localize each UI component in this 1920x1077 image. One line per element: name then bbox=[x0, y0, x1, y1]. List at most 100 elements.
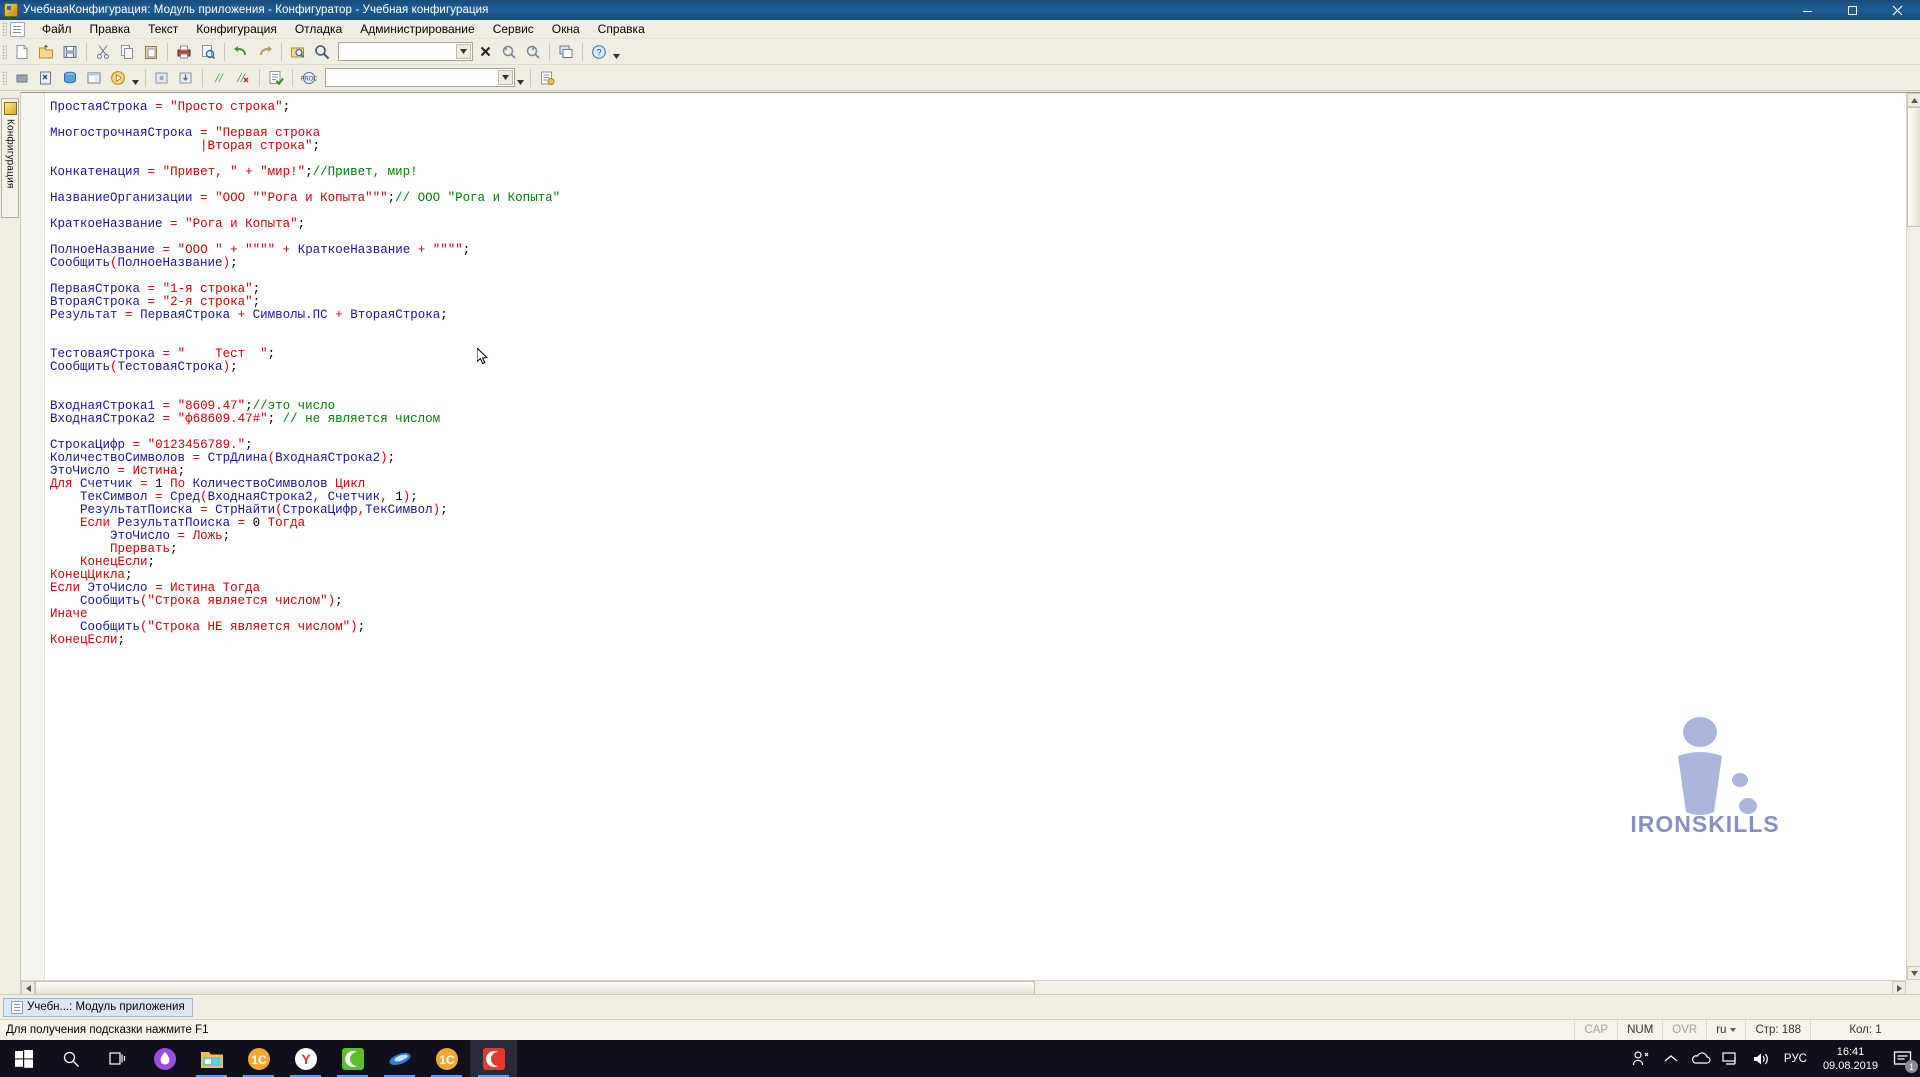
taskbar-app-camtasia-recorder[interactable] bbox=[470, 1040, 517, 1077]
toolbar-grip-2[interactable] bbox=[2, 70, 7, 85]
help-icon[interactable]: ? bbox=[588, 41, 610, 63]
scroll-down-button[interactable] bbox=[1907, 966, 1920, 980]
notifications-button[interactable]: 1 bbox=[1886, 1040, 1920, 1077]
uncomment-block-icon[interactable]: // bbox=[232, 67, 254, 89]
taskbar-app-1c-enterprise[interactable]: 1C bbox=[235, 1040, 282, 1077]
taskbar-app-1c-configurator[interactable]: 1C bbox=[423, 1040, 470, 1077]
windows-list-icon[interactable] bbox=[555, 41, 577, 63]
code-text[interactable]: ПростаяСтрока = "Просто строка"; Многост… bbox=[45, 93, 1906, 980]
task-view-button[interactable] bbox=[94, 1040, 141, 1077]
undo-icon[interactable] bbox=[230, 41, 252, 63]
chevron-down-icon[interactable] bbox=[456, 44, 471, 59]
copy-icon[interactable] bbox=[116, 41, 138, 63]
code-line: РезультатПоиска = СтрНайти(СтрокаЦифр,Те… bbox=[50, 504, 1906, 517]
menu-item-administration[interactable]: Администрирование bbox=[351, 20, 483, 38]
volume-icon[interactable] bbox=[1746, 1040, 1776, 1077]
menu-item-service[interactable]: Сервис bbox=[484, 20, 543, 38]
horizontal-scroll-thumb[interactable] bbox=[35, 981, 1035, 995]
close-button[interactable] bbox=[1875, 0, 1920, 20]
onedrive-icon[interactable] bbox=[1686, 1040, 1716, 1077]
network-icon[interactable] bbox=[1716, 1040, 1746, 1077]
clock[interactable]: 16:41 09.08.2019 bbox=[1815, 1040, 1886, 1077]
scroll-right-button[interactable] bbox=[1892, 981, 1906, 995]
scroll-left-button[interactable] bbox=[21, 981, 35, 995]
toolbar-separator bbox=[167, 42, 168, 61]
procedure-combo[interactable] bbox=[325, 68, 515, 87]
search-icon[interactable] bbox=[311, 41, 333, 63]
cut-icon[interactable] bbox=[92, 41, 114, 63]
vertical-scrollbar[interactable] bbox=[1906, 93, 1920, 980]
paste-icon[interactable] bbox=[140, 41, 162, 63]
stop-debug-icon[interactable] bbox=[11, 67, 33, 89]
status-language[interactable]: ru bbox=[1706, 1019, 1745, 1041]
menu-item-configuration[interactable]: Конфигурация bbox=[187, 20, 286, 38]
people-icon[interactable] bbox=[1626, 1040, 1656, 1077]
search-input[interactable] bbox=[339, 44, 454, 59]
minimize-button[interactable] bbox=[1785, 0, 1830, 20]
procedure-input[interactable] bbox=[326, 70, 494, 85]
open-file-icon[interactable] bbox=[35, 41, 57, 63]
menu-item-help[interactable]: Справка bbox=[589, 20, 654, 38]
find-next-icon[interactable] bbox=[522, 41, 544, 63]
new-file-icon[interactable] bbox=[11, 41, 33, 63]
code-token-num: 1 bbox=[155, 477, 163, 491]
code-line: Прервать; bbox=[50, 543, 1906, 556]
find-previous-icon[interactable] bbox=[498, 41, 520, 63]
menu-item-text[interactable]: Текст bbox=[139, 20, 187, 38]
toolbar-grip-1[interactable] bbox=[2, 44, 7, 59]
menu-grip[interactable] bbox=[2, 22, 7, 36]
procedures-list-icon[interactable]: PROC bbox=[298, 67, 320, 89]
code-token-fn: Сообщить bbox=[50, 360, 111, 374]
menu-item-debug[interactable]: Отладка bbox=[286, 20, 351, 38]
search-button[interactable] bbox=[47, 1040, 94, 1077]
menu-item-windows[interactable]: Окна bbox=[543, 20, 589, 38]
taskbar-app-camtasia[interactable] bbox=[329, 1040, 376, 1077]
start-button[interactable] bbox=[0, 1040, 47, 1077]
code-token-var: ПерваяСтрока bbox=[140, 308, 231, 322]
show-hidden-icons-chevron[interactable] bbox=[1656, 1040, 1686, 1077]
code-line: Результат = ПерваяСтрока + Символы.ПС + … bbox=[50, 309, 1906, 322]
taskbar-app-photo[interactable] bbox=[376, 1040, 423, 1077]
comment-block-icon[interactable]: // bbox=[208, 67, 230, 89]
language-indicator[interactable]: РУС bbox=[1776, 1053, 1815, 1065]
step-over-icon[interactable] bbox=[151, 67, 173, 89]
code-editor[interactable]: ПростаяСтрока = "Просто строка"; Многост… bbox=[21, 92, 1920, 995]
code-token-op: = bbox=[117, 464, 126, 478]
maximize-button[interactable] bbox=[1830, 0, 1875, 20]
debug-settings-icon[interactable] bbox=[35, 67, 57, 89]
chevron-down-icon[interactable] bbox=[498, 70, 513, 85]
global-module-icon[interactable] bbox=[536, 67, 558, 89]
document-tab[interactable]: Учебн...: Модуль приложения bbox=[3, 997, 193, 1017]
taskbar-app-cortana[interactable] bbox=[141, 1040, 188, 1077]
save-icon[interactable] bbox=[59, 41, 81, 63]
syntax-check-icon[interactable] bbox=[265, 67, 287, 89]
code-token-var: Результат bbox=[50, 308, 118, 322]
sidebar-item-configuration[interactable]: Конфигурация bbox=[1, 98, 19, 218]
taskbar-app-explorer[interactable] bbox=[188, 1040, 235, 1077]
vertical-scroll-thumb[interactable] bbox=[1907, 107, 1920, 227]
clock-time: 16:41 bbox=[1836, 1045, 1865, 1058]
editor-gutter[interactable] bbox=[21, 93, 45, 980]
database-icon[interactable] bbox=[59, 67, 81, 89]
redo-icon[interactable] bbox=[254, 41, 276, 63]
taskbar-app-yandex[interactable]: Y bbox=[282, 1040, 329, 1077]
code-token-str: " Тест " bbox=[177, 347, 268, 361]
menu-item-file[interactable]: Файл bbox=[33, 20, 81, 38]
search-combo[interactable] bbox=[338, 42, 473, 61]
start-debug-dropdown-arrow[interactable] bbox=[130, 67, 141, 89]
horizontal-scrollbar[interactable] bbox=[21, 980, 1906, 995]
menu-item-edit[interactable]: Правка bbox=[81, 20, 140, 38]
code-token-var: ЭтоЧисло bbox=[50, 464, 111, 478]
step-into-icon[interactable] bbox=[175, 67, 197, 89]
print-icon[interactable] bbox=[173, 41, 195, 63]
scroll-up-button[interactable] bbox=[1907, 93, 1920, 107]
start-debug-icon[interactable] bbox=[107, 67, 129, 89]
toolbar-overflow-arrow[interactable] bbox=[611, 41, 622, 63]
code-line: ПерваяСтрока = "1-я строка"; bbox=[50, 283, 1906, 296]
clear-search-icon[interactable] bbox=[474, 41, 496, 63]
find-in-file-icon[interactable] bbox=[287, 41, 309, 63]
print-preview-icon[interactable] bbox=[197, 41, 219, 63]
procedure-overflow-arrow[interactable] bbox=[515, 67, 526, 89]
window-layout-icon[interactable] bbox=[83, 67, 105, 89]
